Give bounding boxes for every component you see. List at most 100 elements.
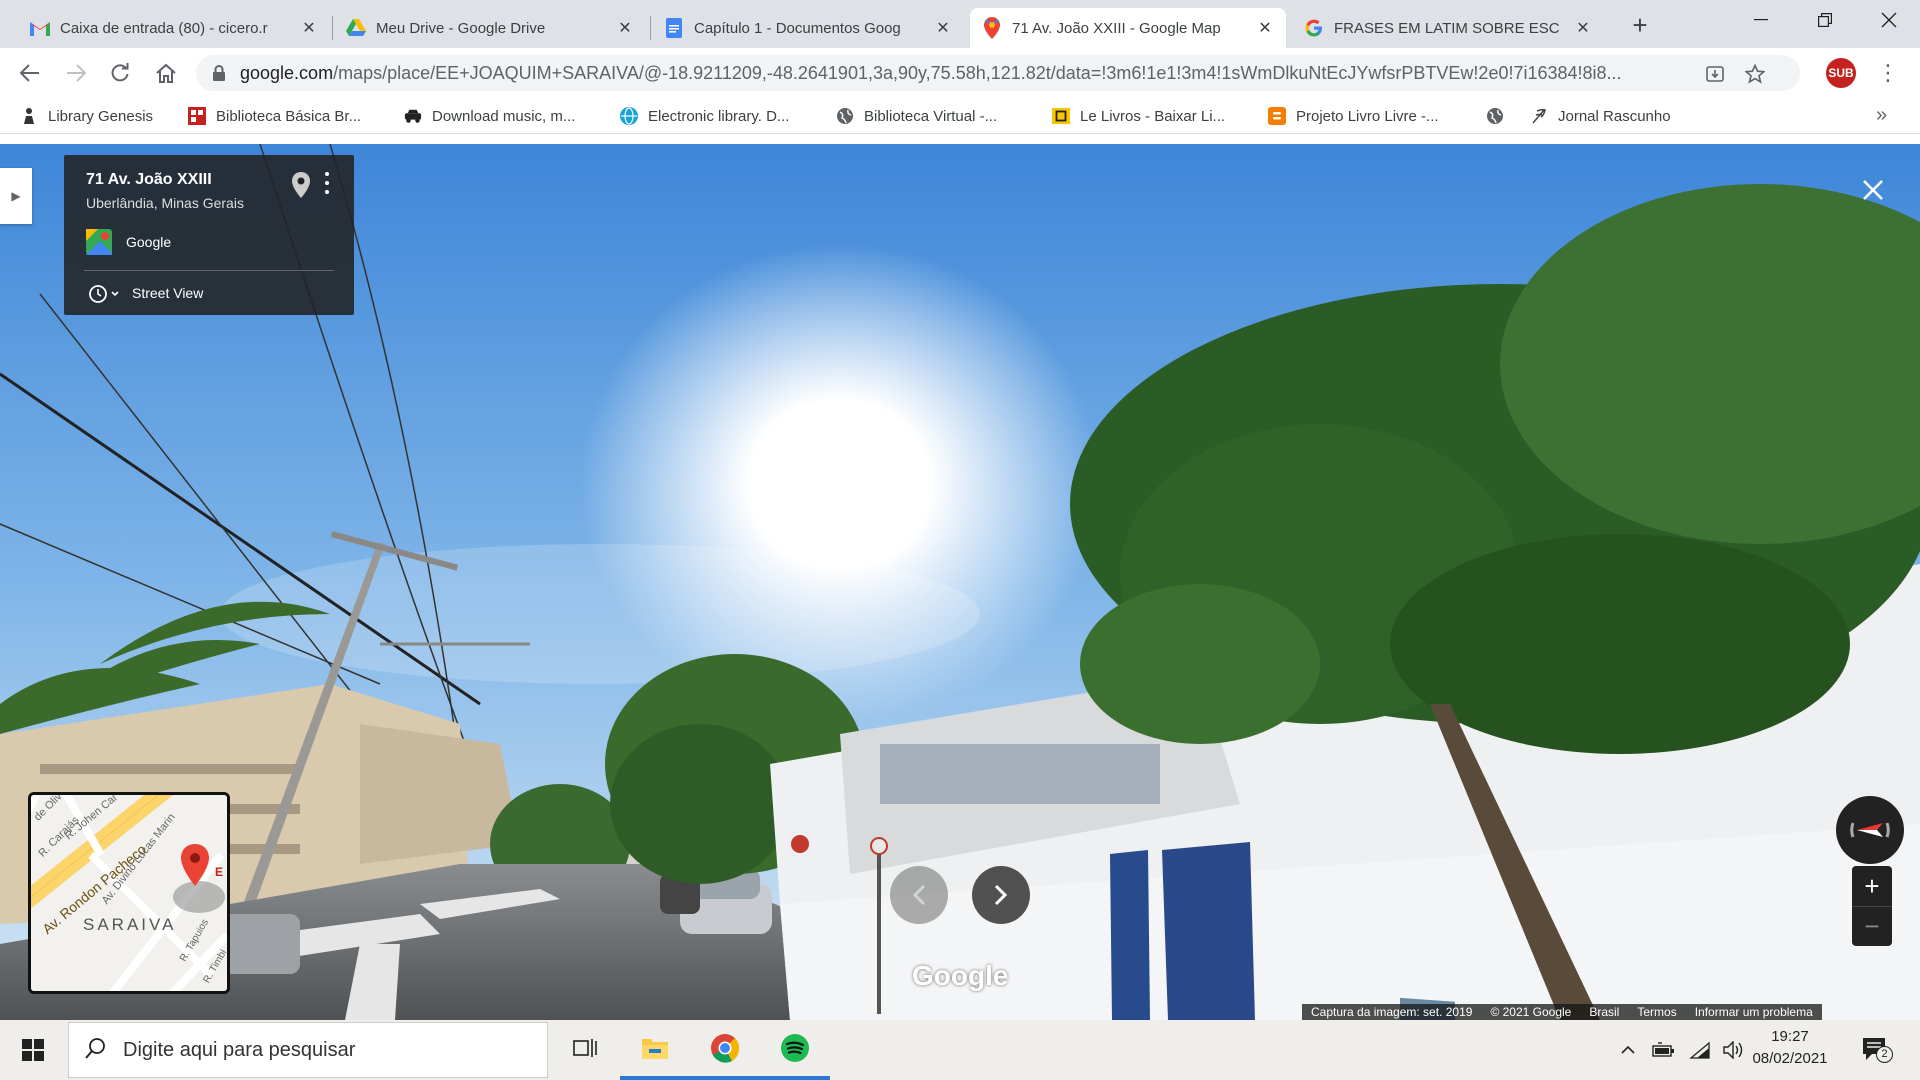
bookmark-library-genesis[interactable]: Library Genesis — [20, 104, 153, 128]
blogger-icon — [1268, 107, 1286, 125]
search-icon — [85, 1037, 107, 1064]
chrome-button[interactable] — [690, 1020, 760, 1080]
google-maps-icon — [982, 17, 1002, 39]
file-explorer-button[interactable] — [620, 1020, 690, 1080]
bbm-icon — [188, 107, 206, 125]
close-street-view-icon[interactable] — [1858, 175, 1888, 205]
book-icon — [1052, 107, 1070, 125]
home-button[interactable] — [150, 57, 182, 89]
close-tab-icon[interactable]: ✕ — [934, 19, 952, 37]
task-view-button[interactable] — [550, 1020, 620, 1080]
wifi-icon[interactable] — [1688, 1038, 1712, 1062]
close-tab-icon[interactable]: ✕ — [616, 19, 634, 37]
terms-link[interactable]: Termos — [1628, 1005, 1685, 1019]
notification-center-button[interactable]: 2 — [1860, 1034, 1894, 1066]
task-view-icon — [573, 1037, 597, 1064]
chrome-icon — [710, 1033, 740, 1068]
region-link[interactable]: Brasil — [1580, 1005, 1628, 1019]
tab-title: 71 Av. João XXIII - Google Map — [1012, 19, 1221, 37]
person-icon — [20, 107, 38, 125]
close-tab-icon[interactable]: ✕ — [1256, 19, 1274, 37]
zoom-controls: + − — [1852, 866, 1892, 946]
bookmark-electronic-library[interactable]: Electronic library. D... — [620, 104, 789, 128]
bookmark-biblioteca-basica[interactable]: Biblioteca Básica Br... — [188, 104, 361, 128]
windows-taskbar: Digite aqui para pesquisar 19:27 08/02/2… — [0, 1020, 1920, 1080]
clock-date: 08/02/2021 — [1752, 1050, 1828, 1067]
bookmark-projeto-livro-livre[interactable]: Projeto Livro Livre -... — [1268, 104, 1439, 128]
copyright-text: © 2021 Google — [1490, 1005, 1572, 1019]
current-location-pin-icon — [179, 843, 211, 887]
car-icon — [404, 107, 422, 125]
location-pin-icon[interactable] — [290, 171, 312, 199]
side-panel-toggle-button[interactable]: ▶ — [0, 168, 32, 224]
url-text[interactable]: google.com/maps/place/EE+JOAQUIM+SARAIVA… — [240, 63, 1725, 84]
bookmark-label: Biblioteca Virtual -... — [864, 107, 998, 125]
minimap[interactable]: Av. Rondon Pacheco R. Johen Car de Oliv … — [28, 792, 230, 994]
bookmark-label: Biblioteca Básica Br... — [216, 107, 362, 125]
street-view-info-card: 71 Av. João XXIII Uberlândia, Minas Gera… — [64, 155, 354, 315]
restore-window-button[interactable] — [1796, 0, 1854, 40]
bookmark-download-music[interactable]: Download music, m... — [404, 104, 575, 128]
forward-button[interactable] — [60, 57, 92, 89]
more-bookmarks-chevron-icon[interactable]: » — [1876, 104, 1887, 127]
taskbar-clock[interactable]: 19:27 08/02/2021 — [1735, 1026, 1845, 1070]
city-subtitle: Uberlândia, Minas Gerais — [86, 195, 244, 211]
district-label: SARAIVA — [83, 915, 177, 934]
compass-button[interactable] — [1836, 796, 1904, 864]
tab-google-drive[interactable]: Meu Drive - Google Drive ✕ — [334, 8, 646, 48]
report-problem-link[interactable]: Informar um problema — [1686, 1005, 1822, 1019]
spotify-button[interactable] — [760, 1020, 830, 1080]
file-explorer-icon — [641, 1036, 669, 1065]
world-icon — [1486, 107, 1504, 125]
close-tab-icon[interactable]: ✕ — [300, 19, 318, 37]
tab-title: FRASES EM LATIM SOBRE ESC — [1334, 19, 1560, 37]
tab-separator — [332, 16, 333, 40]
image-capture-date: Captura da imagem: set. 2019 — [1311, 1005, 1473, 1019]
battery-icon[interactable] — [1652, 1038, 1676, 1062]
google-watermark: Google — [912, 960, 1009, 991]
new-tab-button[interactable]: + — [1626, 12, 1654, 40]
close-tab-icon[interactable]: ✕ — [1574, 19, 1592, 37]
bookmark-le-livros[interactable]: Le Livros - Baixar Li... — [1052, 104, 1225, 128]
back-button[interactable] — [14, 57, 46, 89]
zoom-out-button[interactable]: − — [1852, 906, 1892, 946]
map-footer: Captura da imagem: set. 2019 © 2021 Goog… — [1302, 1004, 1822, 1020]
address-title[interactable]: 71 Av. João XXIII — [86, 171, 212, 189]
lock-icon[interactable] — [212, 65, 228, 81]
install-app-icon[interactable] — [1704, 63, 1726, 85]
taskbar-search-placeholder: Digite aqui para pesquisar — [123, 1038, 356, 1061]
browser-menu-icon[interactable]: ⋮ — [1876, 58, 1900, 88]
profile-avatar[interactable]: SUB — [1826, 58, 1856, 88]
tab-google-search[interactable]: FRASES EM LATIM SOBRE ESC ✕ — [1292, 8, 1604, 48]
street-view-mode-label: Street View — [132, 285, 204, 301]
bookmark-label: Projeto Livro Livre -... — [1296, 107, 1439, 125]
divider — [84, 270, 334, 271]
feather-icon — [1530, 107, 1548, 125]
minimize-window-button[interactable] — [1732, 0, 1790, 40]
show-hidden-icons-chevron-icon[interactable] — [1616, 1038, 1640, 1062]
bookmark-untitled[interactable] — [1486, 104, 1514, 128]
next-location-button[interactable] — [972, 866, 1030, 924]
tab-separator — [650, 16, 651, 40]
more-options-icon[interactable] — [320, 169, 334, 197]
imagery-source[interactable]: Google — [126, 234, 171, 250]
tab-google-maps[interactable]: 71 Av. João XXIII - Google Map ✕ — [970, 8, 1286, 48]
time-travel-clock-icon[interactable] — [86, 281, 122, 307]
address-bar[interactable]: google.com/maps/place/EE+JOAQUIM+SARAIVA… — [196, 55, 1800, 91]
gmail-icon — [30, 18, 50, 38]
tab-gmail[interactable]: Caixa de entrada (80) - cicero.r ✕ — [18, 8, 330, 48]
windows-start-button[interactable] — [0, 1020, 66, 1080]
close-window-button[interactable] — [1860, 0, 1918, 40]
google-maps-logo-icon — [86, 229, 112, 255]
bookmark-star-icon[interactable] — [1744, 63, 1766, 85]
taskbar-search-box[interactable]: Digite aqui para pesquisar — [68, 1022, 548, 1078]
reload-button[interactable] — [104, 57, 136, 89]
bookmark-biblioteca-virtual[interactable]: Biblioteca Virtual -... — [836, 104, 997, 128]
previous-location-button[interactable] — [890, 866, 948, 924]
tab-title: Meu Drive - Google Drive — [376, 19, 546, 37]
tab-strip: Caixa de entrada (80) - cicero.r ✕ Meu D… — [0, 0, 1920, 48]
tab-google-docs[interactable]: Capítulo 1 - Documentos Goog ✕ — [652, 8, 964, 48]
google-icon — [1304, 18, 1324, 38]
zoom-in-button[interactable]: + — [1852, 866, 1892, 906]
bookmark-jornal-rascunho[interactable]: Jornal Rascunho — [1530, 104, 1671, 128]
